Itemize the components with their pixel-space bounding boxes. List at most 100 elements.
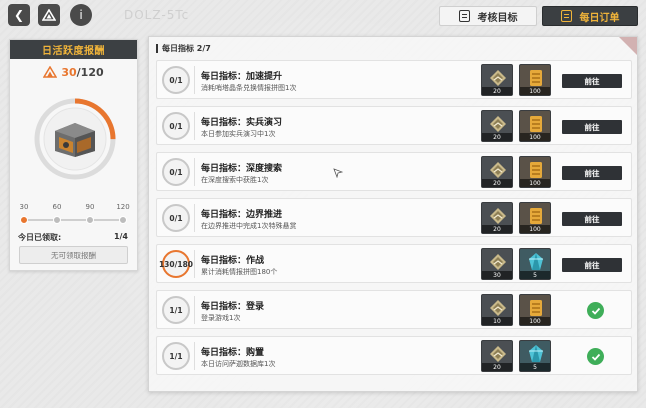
milestone-dot-30 bbox=[20, 216, 28, 224]
completed-check-icon bbox=[587, 302, 604, 319]
crystal-reward-icon[interactable]: 5 bbox=[519, 340, 551, 372]
milestone-dot-120 bbox=[119, 216, 127, 224]
task-row: 1/1 每日指标：购置 本日访问萨迦数据库1次 20 5 bbox=[156, 336, 632, 375]
task-divider bbox=[194, 204, 195, 232]
calendar-icon bbox=[560, 10, 572, 22]
task-row: 0/1 每日指标：深度搜索 在深度搜索中获胜1次 20 100 前往 bbox=[156, 152, 632, 191]
today-claimed-label: 今日已领取: bbox=[18, 233, 62, 242]
task-progress: 1/1 bbox=[162, 296, 190, 324]
reward-quantity: 100 bbox=[520, 133, 550, 141]
task-divider bbox=[194, 66, 195, 94]
task-title: 每日指标：实兵演习 bbox=[201, 118, 283, 128]
today-claimed: 今日已领取: 1/4 bbox=[18, 232, 128, 243]
task-description: 登录游戏1次 bbox=[201, 314, 241, 322]
task-description: 本日访问萨迦数据库1次 bbox=[201, 360, 276, 368]
task-title: 每日指标：作战 bbox=[201, 256, 265, 266]
milestone-track bbox=[23, 219, 125, 221]
go-button[interactable]: 前往 bbox=[562, 166, 622, 180]
reward-quantity: 20 bbox=[482, 87, 512, 95]
milestone-label-30: 30 bbox=[19, 203, 29, 211]
mouse-cursor-icon bbox=[333, 168, 343, 178]
reward-quantity: 10 bbox=[482, 317, 512, 325]
rank-chip-reward-icon[interactable]: 20 bbox=[481, 110, 513, 142]
milestone-label-60: 60 bbox=[52, 203, 62, 211]
reward-quantity: 100 bbox=[520, 179, 550, 187]
activity-max: /120 bbox=[76, 65, 104, 79]
activity-rank-icon bbox=[43, 65, 58, 78]
task-row: 130/180 每日指标：作战累计消耗情报拼图180个 30 5 前往 bbox=[156, 244, 632, 283]
rank-chip-reward-icon[interactable]: 20 bbox=[481, 156, 513, 188]
task-divider bbox=[194, 112, 195, 140]
activity-points: 30 /120 bbox=[10, 65, 137, 79]
go-button[interactable]: 前往 bbox=[562, 120, 622, 134]
clipboard-icon bbox=[458, 10, 470, 22]
task-progress: 0/1 bbox=[162, 66, 190, 94]
reward-quantity: 100 bbox=[520, 225, 550, 233]
task-row: 1/1 每日指标：登录 登录游戏1次 10 100 bbox=[156, 290, 632, 329]
gold-card-reward-icon[interactable]: 100 bbox=[519, 202, 551, 234]
reward-quantity: 100 bbox=[520, 317, 550, 325]
task-divider bbox=[194, 250, 195, 278]
activity-header: 日活跃度报酬 bbox=[10, 40, 137, 59]
task-description: 在边界推进中完成1次特殊悬赏 bbox=[201, 222, 297, 230]
task-progress: 0/1 bbox=[162, 158, 190, 186]
gold-card-reward-icon[interactable]: 100 bbox=[519, 294, 551, 326]
task-row: 0/1 每日指标：实兵演习 本日参加实兵演习中1次 20 100 前往 bbox=[156, 106, 632, 145]
daily-tasks-header: 每日指标 2/7 bbox=[156, 43, 211, 54]
tab-review-goals-label: 考核目标 bbox=[477, 12, 518, 24]
task-row: 0/1 每日指标：边界推进 在边界推进中完成1次特殊悬赏 20 100 前往 bbox=[156, 198, 632, 237]
claim-reward-button[interactable]: 无可领取报酬 bbox=[19, 246, 128, 264]
reward-quantity: 20 bbox=[482, 363, 512, 371]
activity-current: 30 bbox=[61, 65, 77, 79]
triangle-logo-icon bbox=[42, 9, 56, 21]
go-button[interactable]: 前往 bbox=[562, 74, 622, 88]
info-icon[interactable]: i bbox=[70, 4, 92, 26]
gold-card-reward-icon[interactable]: 100 bbox=[519, 110, 551, 142]
home-icon[interactable] bbox=[38, 4, 60, 26]
task-row: 0/1 每日指标：加速提升消耗哨塔晶条兑换情报拼图1次 20 100 前往 bbox=[156, 60, 632, 99]
task-divider bbox=[194, 296, 195, 324]
reward-quantity: 20 bbox=[482, 133, 512, 141]
rank-chip-reward-icon[interactable]: 20 bbox=[481, 202, 513, 234]
activity-milestones: 30 60 90 120 bbox=[19, 203, 130, 225]
task-divider bbox=[194, 342, 195, 370]
tab-review-goals[interactable]: 考核目标 bbox=[439, 6, 537, 26]
task-title: 每日指标：深度搜索 bbox=[201, 164, 283, 174]
top-bar: ❮ i DOLZ-5Tc 考核目标 每日订单 bbox=[0, 0, 646, 32]
task-divider bbox=[194, 158, 195, 186]
task-description: 累计消耗情报拼图180个 bbox=[201, 268, 278, 276]
reward-chest-icon[interactable] bbox=[50, 117, 100, 159]
crystal-reward-icon[interactable]: 5 bbox=[519, 248, 551, 280]
reward-quantity: 30 bbox=[482, 271, 512, 279]
reward-quantity: 20 bbox=[482, 225, 512, 233]
task-title: 每日指标：边界推进 bbox=[201, 210, 283, 220]
activity-progress-ring bbox=[32, 96, 118, 182]
milestone-dot-60 bbox=[53, 216, 61, 224]
rank-chip-reward-icon[interactable]: 20 bbox=[481, 64, 513, 96]
task-progress: 130/180 bbox=[159, 250, 193, 278]
go-button[interactable]: 前往 bbox=[562, 258, 622, 272]
task-progress: 0/1 bbox=[162, 112, 190, 140]
back-icon[interactable]: ❮ bbox=[8, 4, 30, 26]
task-title: 每日指标：加速提升 bbox=[201, 72, 283, 82]
corner-accent bbox=[619, 37, 637, 55]
gold-card-reward-icon[interactable]: 100 bbox=[519, 156, 551, 188]
gold-card-reward-icon[interactable]: 100 bbox=[519, 64, 551, 96]
completed-check-icon bbox=[587, 348, 604, 365]
window-title: DOLZ-5Tc bbox=[124, 8, 190, 22]
task-description: 在深度搜索中获胜1次 bbox=[201, 176, 269, 184]
rank-chip-reward-icon[interactable]: 20 bbox=[481, 340, 513, 372]
task-progress: 1/1 bbox=[162, 342, 190, 370]
tab-daily-orders-label: 每日订单 bbox=[579, 12, 620, 24]
milestone-label-90: 90 bbox=[85, 203, 95, 211]
task-description: 消耗哨塔晶条兑换情报拼图1次 bbox=[201, 84, 297, 92]
reward-quantity: 100 bbox=[520, 87, 550, 95]
daily-tasks-panel: 每日指标 2/7 0/1 每日指标：加速提升 消耗哨塔晶条兑换情报拼图1次 20 100… bbox=[148, 36, 638, 392]
reward-quantity: 20 bbox=[482, 179, 512, 187]
reward-quantity: 5 bbox=[520, 363, 550, 371]
rank-chip-reward-icon[interactable]: 30 bbox=[481, 248, 513, 280]
tab-daily-orders[interactable]: 每日订单 bbox=[542, 6, 638, 26]
rank-chip-reward-icon[interactable]: 10 bbox=[481, 294, 513, 326]
go-button[interactable]: 前往 bbox=[562, 212, 622, 226]
today-claimed-value: 1/4 bbox=[113, 232, 128, 241]
